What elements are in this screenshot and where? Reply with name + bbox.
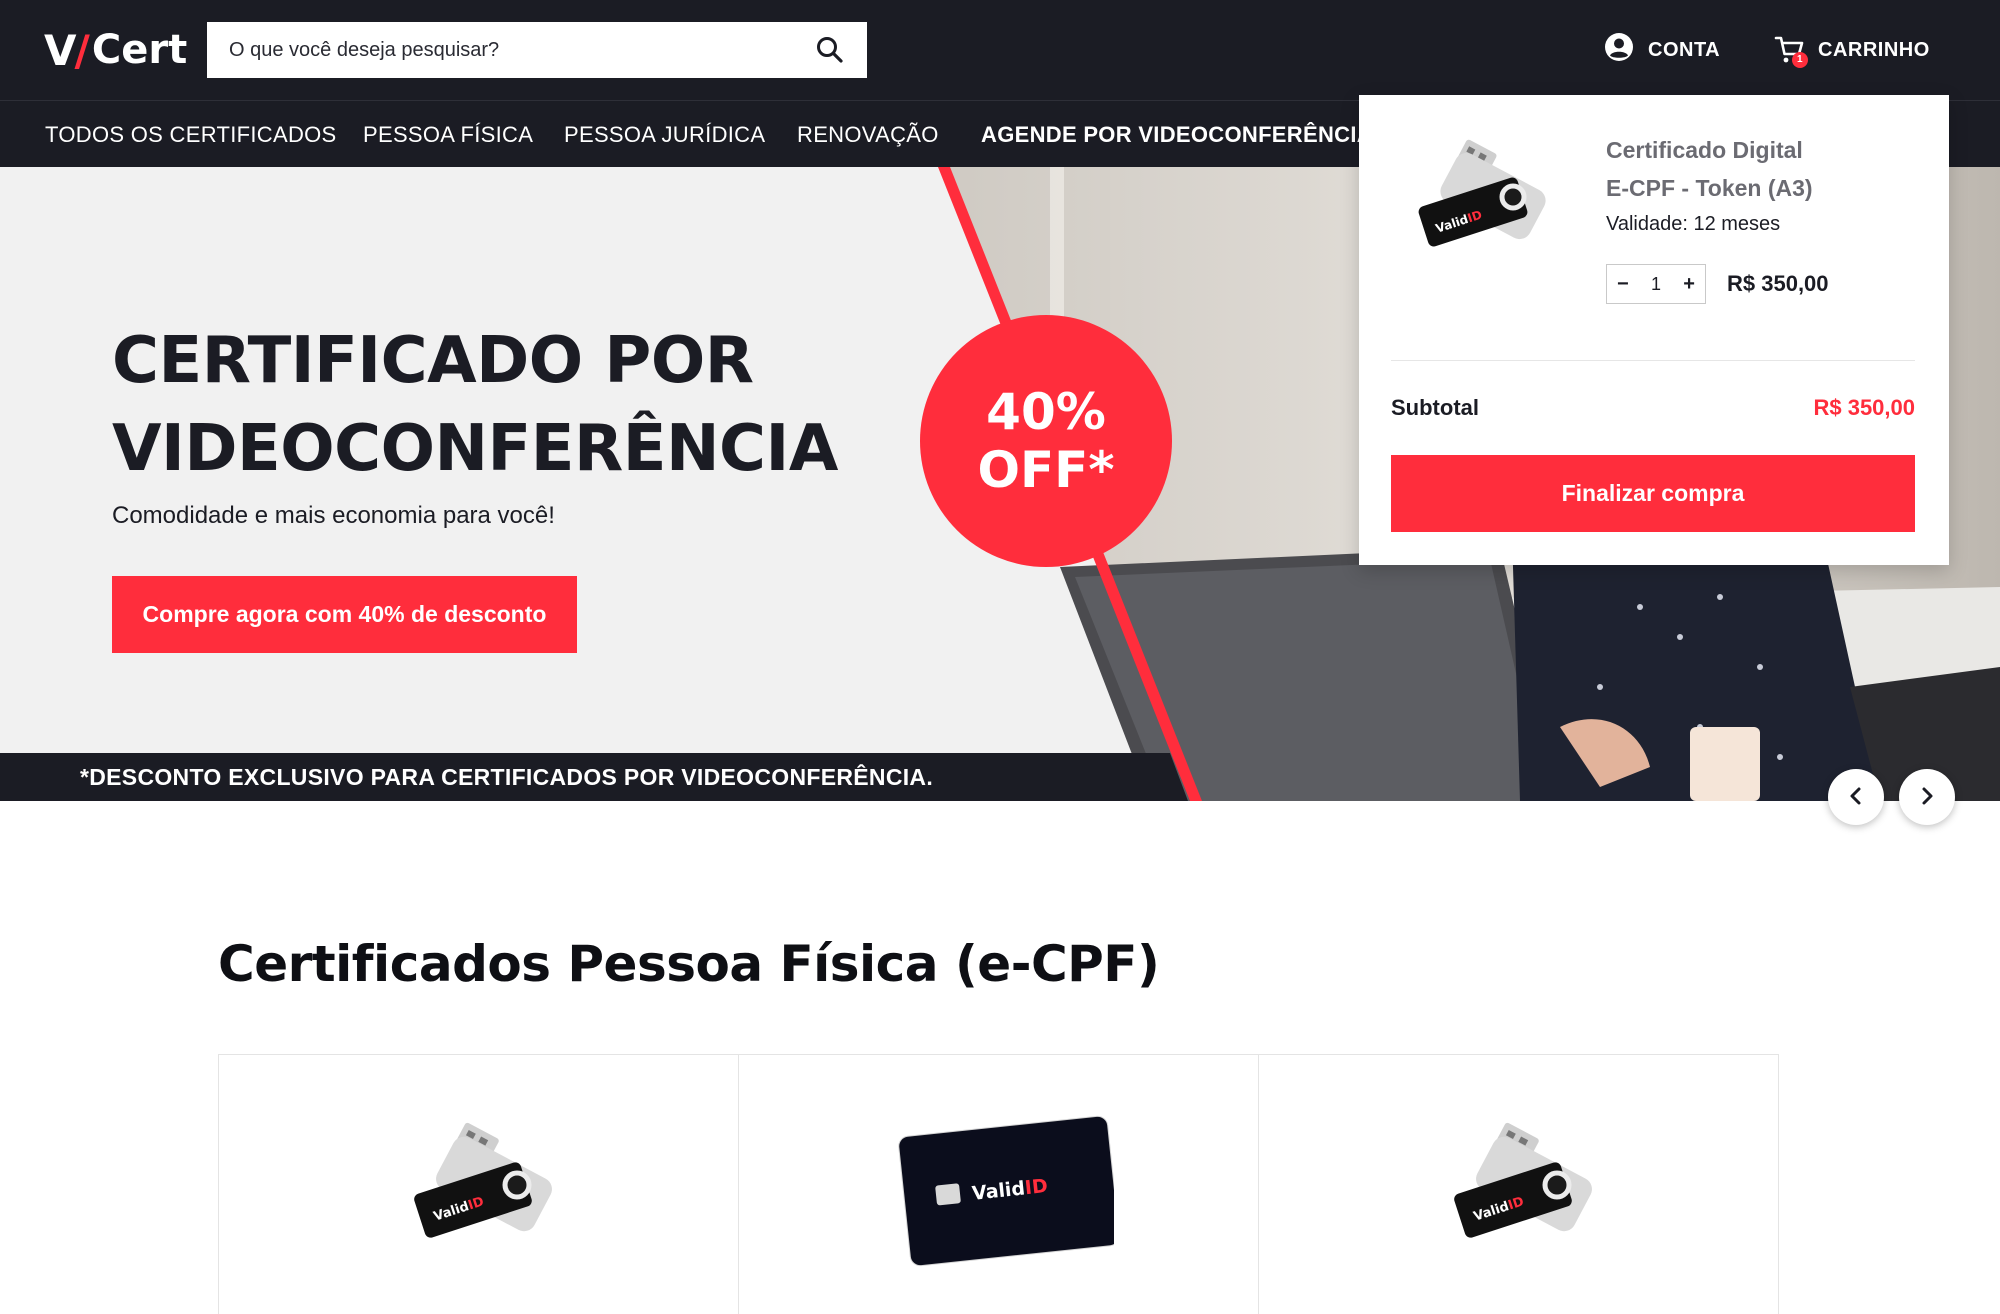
discount-badge: 40% OFF*: [920, 315, 1172, 567]
nav-item-pessoa-juridica[interactable]: PESSOA JURÍDICA: [564, 101, 765, 168]
carousel-next-button[interactable]: [1899, 769, 1955, 825]
product-card-list: ValidID ValidID ValidID: [218, 1054, 1782, 1314]
nav-item-pessoa-fisica[interactable]: PESSOA FÍSICA: [363, 101, 533, 168]
discount-badge-percent: 40%: [986, 383, 1106, 441]
product-card-token-2[interactable]: ValidID: [1258, 1054, 1779, 1314]
cart-count-badge: 1: [1792, 52, 1808, 68]
logo-slash: /: [74, 25, 90, 75]
product-card-smartcard[interactable]: ValidID: [738, 1054, 1259, 1314]
search-bar: [207, 22, 867, 78]
token-image: ValidID: [414, 1122, 552, 1238]
cart-link[interactable]: 1 CARRINHO: [1774, 32, 1930, 68]
quantity-value: 1: [1650, 273, 1661, 294]
discount-badge-off: OFF*: [977, 441, 1115, 499]
chevron-right-icon: [1917, 782, 1937, 813]
cart-item-name-line1: Certificado Digital: [1606, 137, 1803, 163]
hero-title-line2: VIDEOCONFERÊNCIA: [112, 412, 838, 486]
carousel-prev-button[interactable]: [1828, 769, 1884, 825]
search-icon[interactable]: [815, 35, 845, 65]
cart-label: CARRINHO: [1818, 38, 1930, 61]
plus-icon[interactable]: +: [1683, 273, 1695, 296]
account-link[interactable]: CONTA: [1604, 32, 1720, 68]
logo-v: V: [44, 25, 76, 75]
site-logo[interactable]: V / Cert: [44, 22, 187, 78]
cart-icon: 1: [1774, 34, 1808, 68]
account-label: CONTA: [1648, 38, 1721, 61]
cart-dropdown: ValidID Certificado Digital E-CPF - Toke…: [1359, 95, 1949, 565]
hero-cta-button[interactable]: Compre agora com 40% de desconto: [112, 576, 577, 653]
quantity-stepper: − 1 +: [1606, 264, 1706, 304]
token-image-2: ValidID: [1454, 1122, 1592, 1238]
checkout-button[interactable]: Finalizar compra: [1391, 455, 1915, 532]
section-title: Certificados Pessoa Física (e-CPF): [218, 935, 1160, 993]
smartcard-image: ValidID: [898, 1115, 1114, 1267]
cart-divider: [1391, 360, 1915, 361]
hero-title: CERTIFICADO POR VIDEOCONFERÊNCIA: [112, 317, 872, 493]
product-card-token[interactable]: ValidID: [218, 1054, 739, 1314]
cart-item-validity: Validade: 12 meses: [1606, 213, 1781, 235]
cart-item-image: ValidID: [1418, 139, 1546, 247]
search-input[interactable]: [207, 23, 787, 77]
chevron-left-icon: [1846, 782, 1866, 813]
cart-item-price: R$ 350,00: [1727, 271, 1829, 296]
logo-cert: Cert: [91, 27, 188, 73]
nav-item-todos-certificados[interactable]: TODOS OS CERTIFICADOS: [45, 101, 337, 168]
cart-item-name-line2: E-CPF - Token (A3): [1606, 175, 1813, 201]
account-icon: [1604, 32, 1634, 68]
cart-item-name[interactable]: Certificado Digital E-CPF - Token (A3): [1606, 131, 1906, 207]
minus-icon[interactable]: −: [1617, 273, 1629, 296]
hero-disclaimer-text: *DESCONTO EXCLUSIVO PARA CERTIFICADOS PO…: [80, 764, 934, 790]
hero-subtitle: Comodidade e mais economia para você!: [112, 502, 555, 529]
nav-item-agende-videoconferencia[interactable]: AGENDE POR VIDEOCONFERÊNCIA: [981, 101, 1373, 168]
top-header: V/Cert CONTA 1 C: [0, 0, 2000, 100]
subtotal-label: Subtotal: [1391, 395, 1479, 420]
subtotal-value: R$ 350,00: [1813, 395, 1915, 420]
nav-item-renovacao[interactable]: RENOVAÇÃO: [797, 101, 939, 168]
hero-title-line1: CERTIFICADO POR: [112, 324, 754, 398]
hero-disclaimer-strip: *DESCONTO EXCLUSIVO PARA CERTIFICADOS PO…: [0, 753, 1200, 801]
